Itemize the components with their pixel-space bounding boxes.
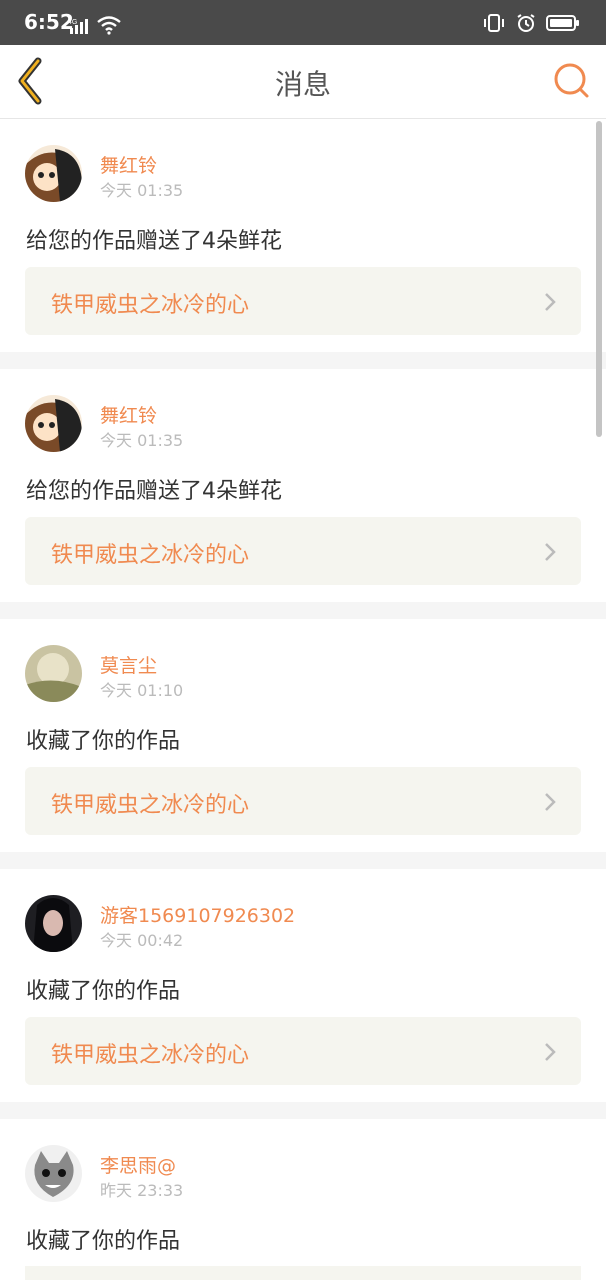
chevron-right-icon bbox=[545, 293, 556, 311]
username[interactable]: 游客1569107926302 bbox=[100, 901, 295, 928]
message-card: 李思雨@ 昨天 23:33 收藏了你的作品 bbox=[0, 1119, 606, 1280]
page-title: 消息 bbox=[274, 68, 331, 101]
timestamp: 今天 01:35 bbox=[100, 431, 184, 450]
message-card: 游客1569107926302 今天 00:42 收藏了你的作品 铁甲威虫之冰冷… bbox=[0, 869, 606, 1102]
avatar[interactable] bbox=[25, 395, 82, 452]
message-text: 收藏了你的作品 bbox=[26, 729, 181, 754]
status-bar: 6:52 4G bbox=[0, 0, 606, 45]
timestamp: 昨天 23:33 bbox=[100, 1181, 184, 1200]
timestamp: 今天 01:35 bbox=[100, 181, 184, 200]
message-text: 收藏了你的作品 bbox=[26, 979, 181, 1004]
username[interactable]: 舞红铃 bbox=[100, 401, 157, 428]
avatar[interactable] bbox=[25, 645, 82, 702]
message-card: 舞红铃 今天 01:35 给您的作品赠送了4朵鲜花 铁甲威虫之冰冷的心 bbox=[0, 369, 606, 602]
timestamp: 今天 01:10 bbox=[100, 681, 184, 700]
work-link[interactable] bbox=[25, 1266, 581, 1280]
message-text: 收藏了你的作品 bbox=[26, 1229, 181, 1254]
message-card: 舞红铃 今天 01:35 给您的作品赠送了4朵鲜花 铁甲威虫之冰冷的心 bbox=[0, 119, 606, 352]
work-link[interactable]: 铁甲威虫之冰冷的心 bbox=[25, 1017, 581, 1085]
battery-icon bbox=[546, 15, 579, 31]
vibrate-icon bbox=[484, 14, 504, 32]
wifi-icon bbox=[97, 16, 121, 35]
network-label: 4G bbox=[68, 19, 77, 26]
message-text: 给您的作品赠送了4朵鲜花 bbox=[26, 229, 282, 254]
message-text: 给您的作品赠送了4朵鲜花 bbox=[26, 479, 282, 504]
username[interactable]: 李思雨@ bbox=[100, 1151, 176, 1178]
username[interactable]: 莫言尘 bbox=[100, 651, 157, 678]
work-title: 铁甲威虫之冰冷的心 bbox=[51, 1043, 250, 1068]
work-link[interactable]: 铁甲威虫之冰冷的心 bbox=[25, 267, 581, 335]
app-header: 消息 bbox=[0, 45, 606, 119]
chevron-right-icon bbox=[545, 793, 556, 811]
work-title: 铁甲威虫之冰冷的心 bbox=[51, 543, 250, 568]
avatar[interactable] bbox=[25, 1145, 82, 1202]
signal-icon: 4G bbox=[68, 19, 88, 34]
avatar[interactable] bbox=[25, 145, 82, 202]
work-link[interactable]: 铁甲威虫之冰冷的心 bbox=[25, 517, 581, 585]
alarm-icon bbox=[517, 14, 535, 32]
avatar[interactable] bbox=[25, 895, 82, 952]
work-link[interactable]: 铁甲威虫之冰冷的心 bbox=[25, 767, 581, 835]
search-button[interactable] bbox=[550, 59, 594, 103]
timestamp: 今天 00:42 bbox=[100, 931, 184, 950]
chevron-right-icon bbox=[545, 1043, 556, 1061]
username[interactable]: 舞红铃 bbox=[100, 151, 157, 178]
status-time: 6:52 bbox=[24, 10, 74, 34]
message-card: 莫言尘 今天 01:10 收藏了你的作品 铁甲威虫之冰冷的心 bbox=[0, 619, 606, 852]
search-icon bbox=[554, 63, 589, 98]
scrollbar[interactable] bbox=[596, 121, 602, 437]
chevron-right-icon bbox=[545, 543, 556, 561]
work-title: 铁甲威虫之冰冷的心 bbox=[51, 793, 250, 818]
work-title: 铁甲威虫之冰冷的心 bbox=[51, 293, 250, 318]
